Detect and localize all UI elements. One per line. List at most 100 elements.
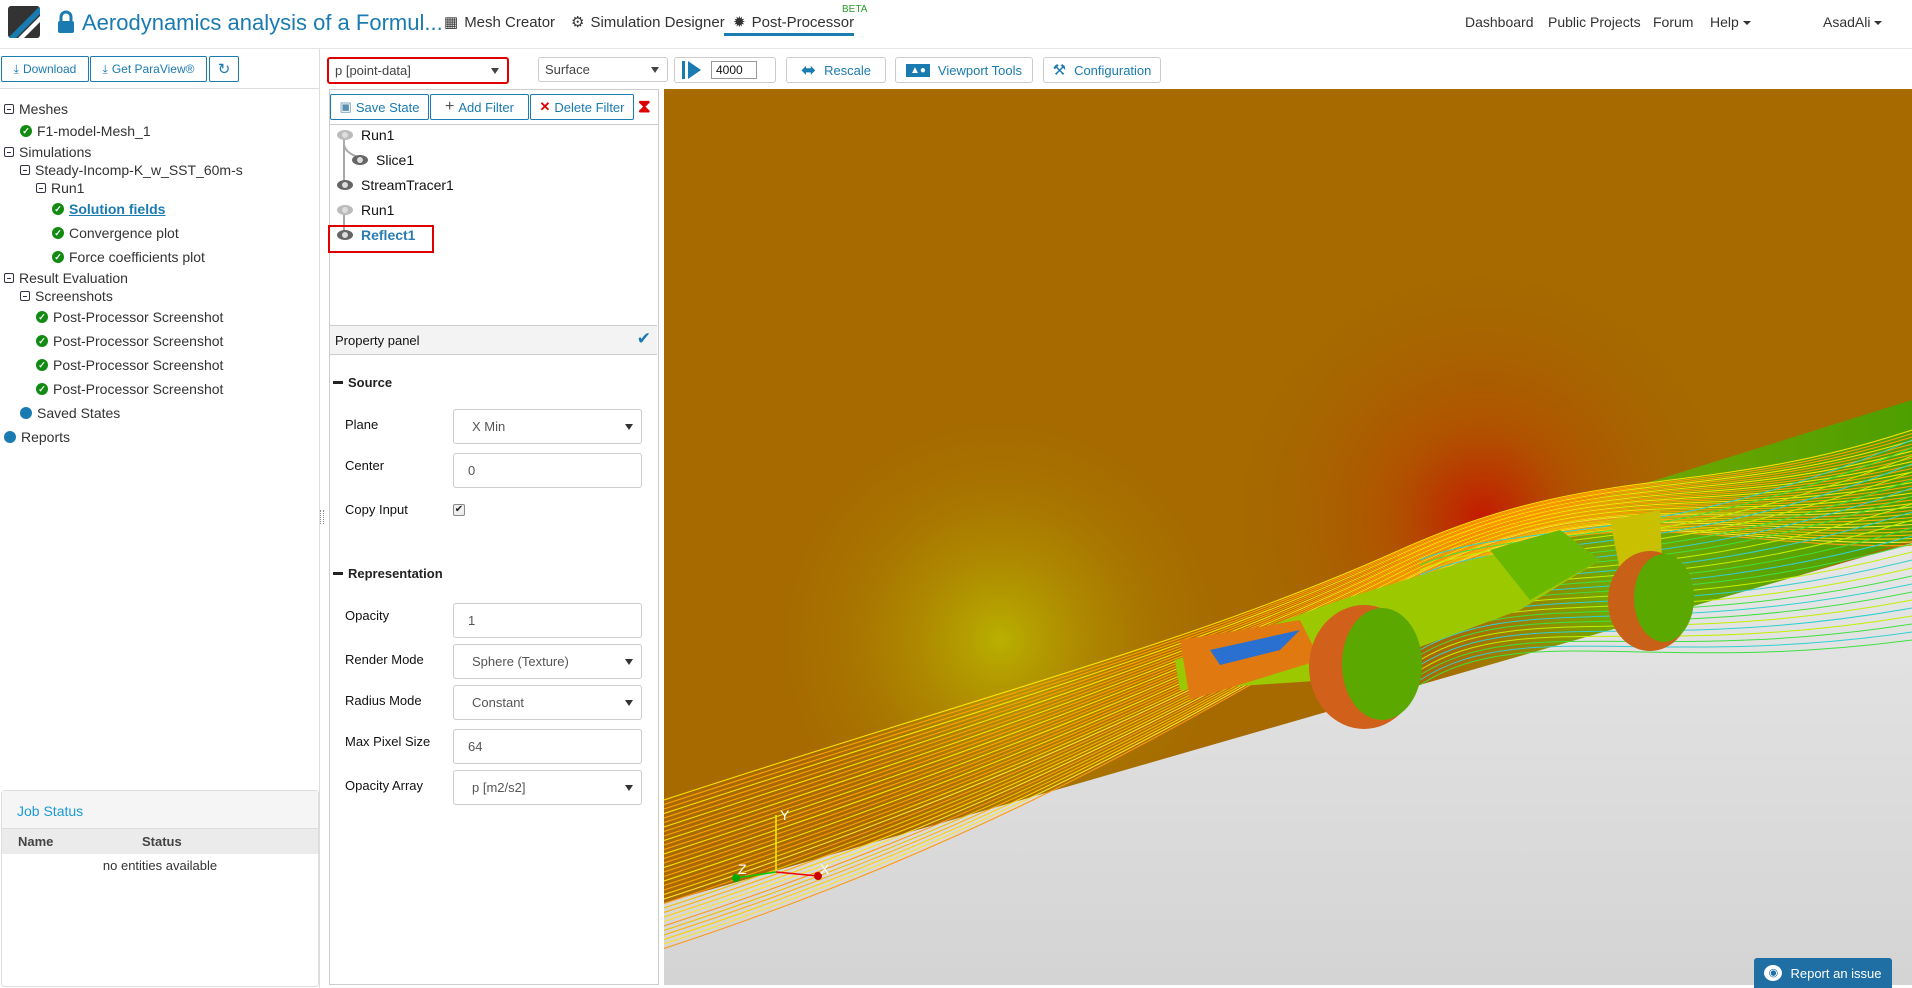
pipeline-item-slice1[interactable]: Slice1 bbox=[352, 152, 414, 168]
pipeline-item-run1-b[interactable]: Run1 bbox=[337, 202, 394, 218]
plus-icon: + bbox=[445, 98, 455, 115]
refresh-button[interactable]: ↻ bbox=[209, 56, 239, 82]
collapse-icon[interactable] bbox=[4, 273, 14, 283]
opacity-array-select[interactable]: p [m2/s2] bbox=[453, 770, 642, 805]
nav-mesh-creator[interactable]: ▦ Mesh Creator bbox=[444, 13, 555, 32]
plane-select[interactable]: X Min bbox=[453, 409, 642, 444]
tree-mesh-item[interactable]: ✓ F1-model-Mesh_1 bbox=[20, 123, 151, 139]
pipeline-item-streamtracer1[interactable]: StreamTracer1 bbox=[337, 177, 454, 193]
viewport-tools-button[interactable]: ▲● Viewport Tools bbox=[895, 57, 1033, 83]
tree-screenshot-item[interactable]: ✓ Post-Processor Screenshot bbox=[36, 333, 223, 349]
divider bbox=[0, 88, 320, 89]
render-mode-select[interactable]: Sphere (Texture) bbox=[453, 644, 642, 679]
get-paraview-button[interactable]: ⤓ Get ParaView® bbox=[90, 56, 207, 82]
refresh-icon: ↻ bbox=[217, 61, 231, 78]
tree-saved-states[interactable]: Saved States bbox=[20, 405, 120, 421]
nav-simulation-designer[interactable]: ⚙ Simulation Designer bbox=[571, 13, 725, 32]
tree-solution-fields[interactable]: ✓ Solution fields bbox=[52, 201, 165, 217]
check-circle-icon: ✓ bbox=[52, 203, 64, 215]
top-navbar: Aerodynamics analysis of a Formul... ▦ Me… bbox=[0, 0, 1912, 49]
tree-screenshots[interactable]: Screenshots bbox=[20, 288, 113, 304]
collapse-icon[interactable] bbox=[4, 104, 14, 114]
chevron-down-icon bbox=[625, 423, 633, 430]
representation-select[interactable]: Surface bbox=[538, 57, 668, 82]
section-source[interactable]: Source bbox=[333, 375, 392, 390]
gear-icon: ✹ bbox=[733, 14, 746, 31]
copy-input-checkbox[interactable]: ✔ bbox=[453, 504, 465, 516]
tree-screenshot-item[interactable]: ✓ Post-Processor Screenshot bbox=[36, 309, 223, 325]
grid-icon: ▦ bbox=[444, 14, 459, 31]
pipeline-item-run1[interactable]: Run1 bbox=[337, 127, 394, 143]
collapse-icon[interactable] bbox=[36, 183, 46, 193]
tree-run1[interactable]: Run1 bbox=[36, 180, 84, 196]
app-logo[interactable] bbox=[8, 6, 40, 38]
eye-icon[interactable] bbox=[337, 205, 353, 215]
tree-meshes[interactable]: Meshes bbox=[4, 101, 68, 117]
collapse-icon[interactable] bbox=[20, 165, 30, 175]
tree-screenshot-item[interactable]: ✓ Post-Processor Screenshot bbox=[36, 381, 223, 397]
center-input[interactable]: 0 bbox=[453, 453, 642, 488]
chevron-down-icon bbox=[491, 67, 499, 74]
configuration-button[interactable]: ⚒ Configuration bbox=[1043, 57, 1161, 83]
max-pixel-size-label: Max Pixel Size bbox=[345, 734, 431, 749]
delete-icon: ✕ bbox=[539, 99, 551, 114]
nav-forum[interactable]: Forum bbox=[1653, 14, 1693, 30]
nav-post-processor[interactable]: ✹ Post-Processor bbox=[733, 13, 854, 32]
rescale-button[interactable]: ⬌ Rescale bbox=[786, 57, 886, 83]
nav-public-projects[interactable]: Public Projects bbox=[1548, 14, 1641, 30]
floppy-icon: ▣ bbox=[339, 99, 352, 114]
play-icon[interactable] bbox=[681, 60, 703, 80]
pipeline-item-reflect1[interactable]: Reflect1 bbox=[337, 227, 415, 243]
chevron-down-icon bbox=[651, 66, 659, 73]
section-representation[interactable]: Representation bbox=[333, 566, 443, 581]
splitter-handle[interactable] bbox=[320, 510, 324, 524]
download-icon: ⤓ bbox=[13, 61, 19, 76]
delete-filter-button[interactable]: ✕ Delete Filter bbox=[530, 94, 634, 120]
tree-result-evaluation[interactable]: Result Evaluation bbox=[4, 270, 128, 286]
time-input[interactable]: 4000 bbox=[711, 61, 757, 79]
collapse-icon[interactable] bbox=[4, 147, 14, 157]
eye-icon[interactable] bbox=[337, 130, 353, 140]
active-tab-indicator bbox=[724, 33, 854, 36]
eye-icon[interactable] bbox=[337, 230, 353, 240]
add-filter-button[interactable]: + Add Filter bbox=[430, 94, 529, 120]
nav-help[interactable]: Help bbox=[1710, 14, 1751, 30]
job-status-panel: Job Status Name Status no entities avail… bbox=[1, 790, 319, 987]
camera-icon: ◉ bbox=[1764, 965, 1783, 981]
empty-message: no entities available bbox=[102, 858, 218, 873]
max-pixel-size-input[interactable]: 64 bbox=[453, 729, 642, 764]
opacity-input[interactable]: 1 bbox=[453, 603, 642, 638]
axis-x-label: X bbox=[820, 861, 830, 877]
job-status-header: Name Status bbox=[2, 829, 318, 854]
eye-icon[interactable] bbox=[352, 155, 368, 165]
eye-icon[interactable] bbox=[337, 180, 353, 190]
3d-viewport[interactable]: Y X Z bbox=[664, 89, 1912, 985]
circle-icon bbox=[4, 431, 16, 443]
opacity-array-label: Opacity Array bbox=[345, 778, 424, 793]
field-select[interactable]: p [point-data] bbox=[327, 57, 509, 84]
radius-mode-select[interactable]: Constant bbox=[453, 685, 642, 720]
download-button[interactable]: ⤓ Download bbox=[1, 56, 89, 82]
tree-screenshot-item[interactable]: ✓ Post-Processor Screenshot bbox=[36, 357, 223, 373]
tree-simulations[interactable]: Simulations bbox=[4, 144, 91, 160]
axis-y-label: Y bbox=[780, 807, 790, 823]
configuration-icon: ⚒ bbox=[1052, 62, 1067, 79]
tree-convergence-plot[interactable]: ✓ Convergence plot bbox=[52, 225, 179, 241]
tree-simulation-item[interactable]: Steady-Incomp-K_w_SST_60m-s bbox=[20, 162, 243, 178]
shapes-icon: ▲● bbox=[905, 63, 930, 77]
clear-pipeline-icon[interactable]: ⧗ bbox=[638, 96, 651, 117]
check-circle-icon: ✓ bbox=[52, 251, 64, 263]
save-state-button[interactable]: ▣ Save State bbox=[330, 94, 429, 120]
tree-force-coefficients[interactable]: ✓ Force coefficients plot bbox=[52, 249, 205, 265]
report-issue-button[interactable]: ◉ Report an issue bbox=[1754, 958, 1892, 988]
property-panel-title: Property panel bbox=[335, 333, 420, 348]
beta-badge: BETA bbox=[842, 4, 868, 15]
tree-reports[interactable]: Reports bbox=[4, 429, 70, 445]
check-circle-icon: ✓ bbox=[36, 383, 48, 395]
nav-dashboard[interactable]: Dashboard bbox=[1465, 14, 1534, 30]
center-label: Center bbox=[345, 458, 385, 473]
collapse-icon[interactable] bbox=[20, 291, 30, 301]
apply-check-icon[interactable]: ✔ bbox=[637, 329, 651, 349]
plane-label: Plane bbox=[345, 417, 379, 432]
user-menu[interactable]: AsadAli bbox=[1823, 14, 1883, 30]
